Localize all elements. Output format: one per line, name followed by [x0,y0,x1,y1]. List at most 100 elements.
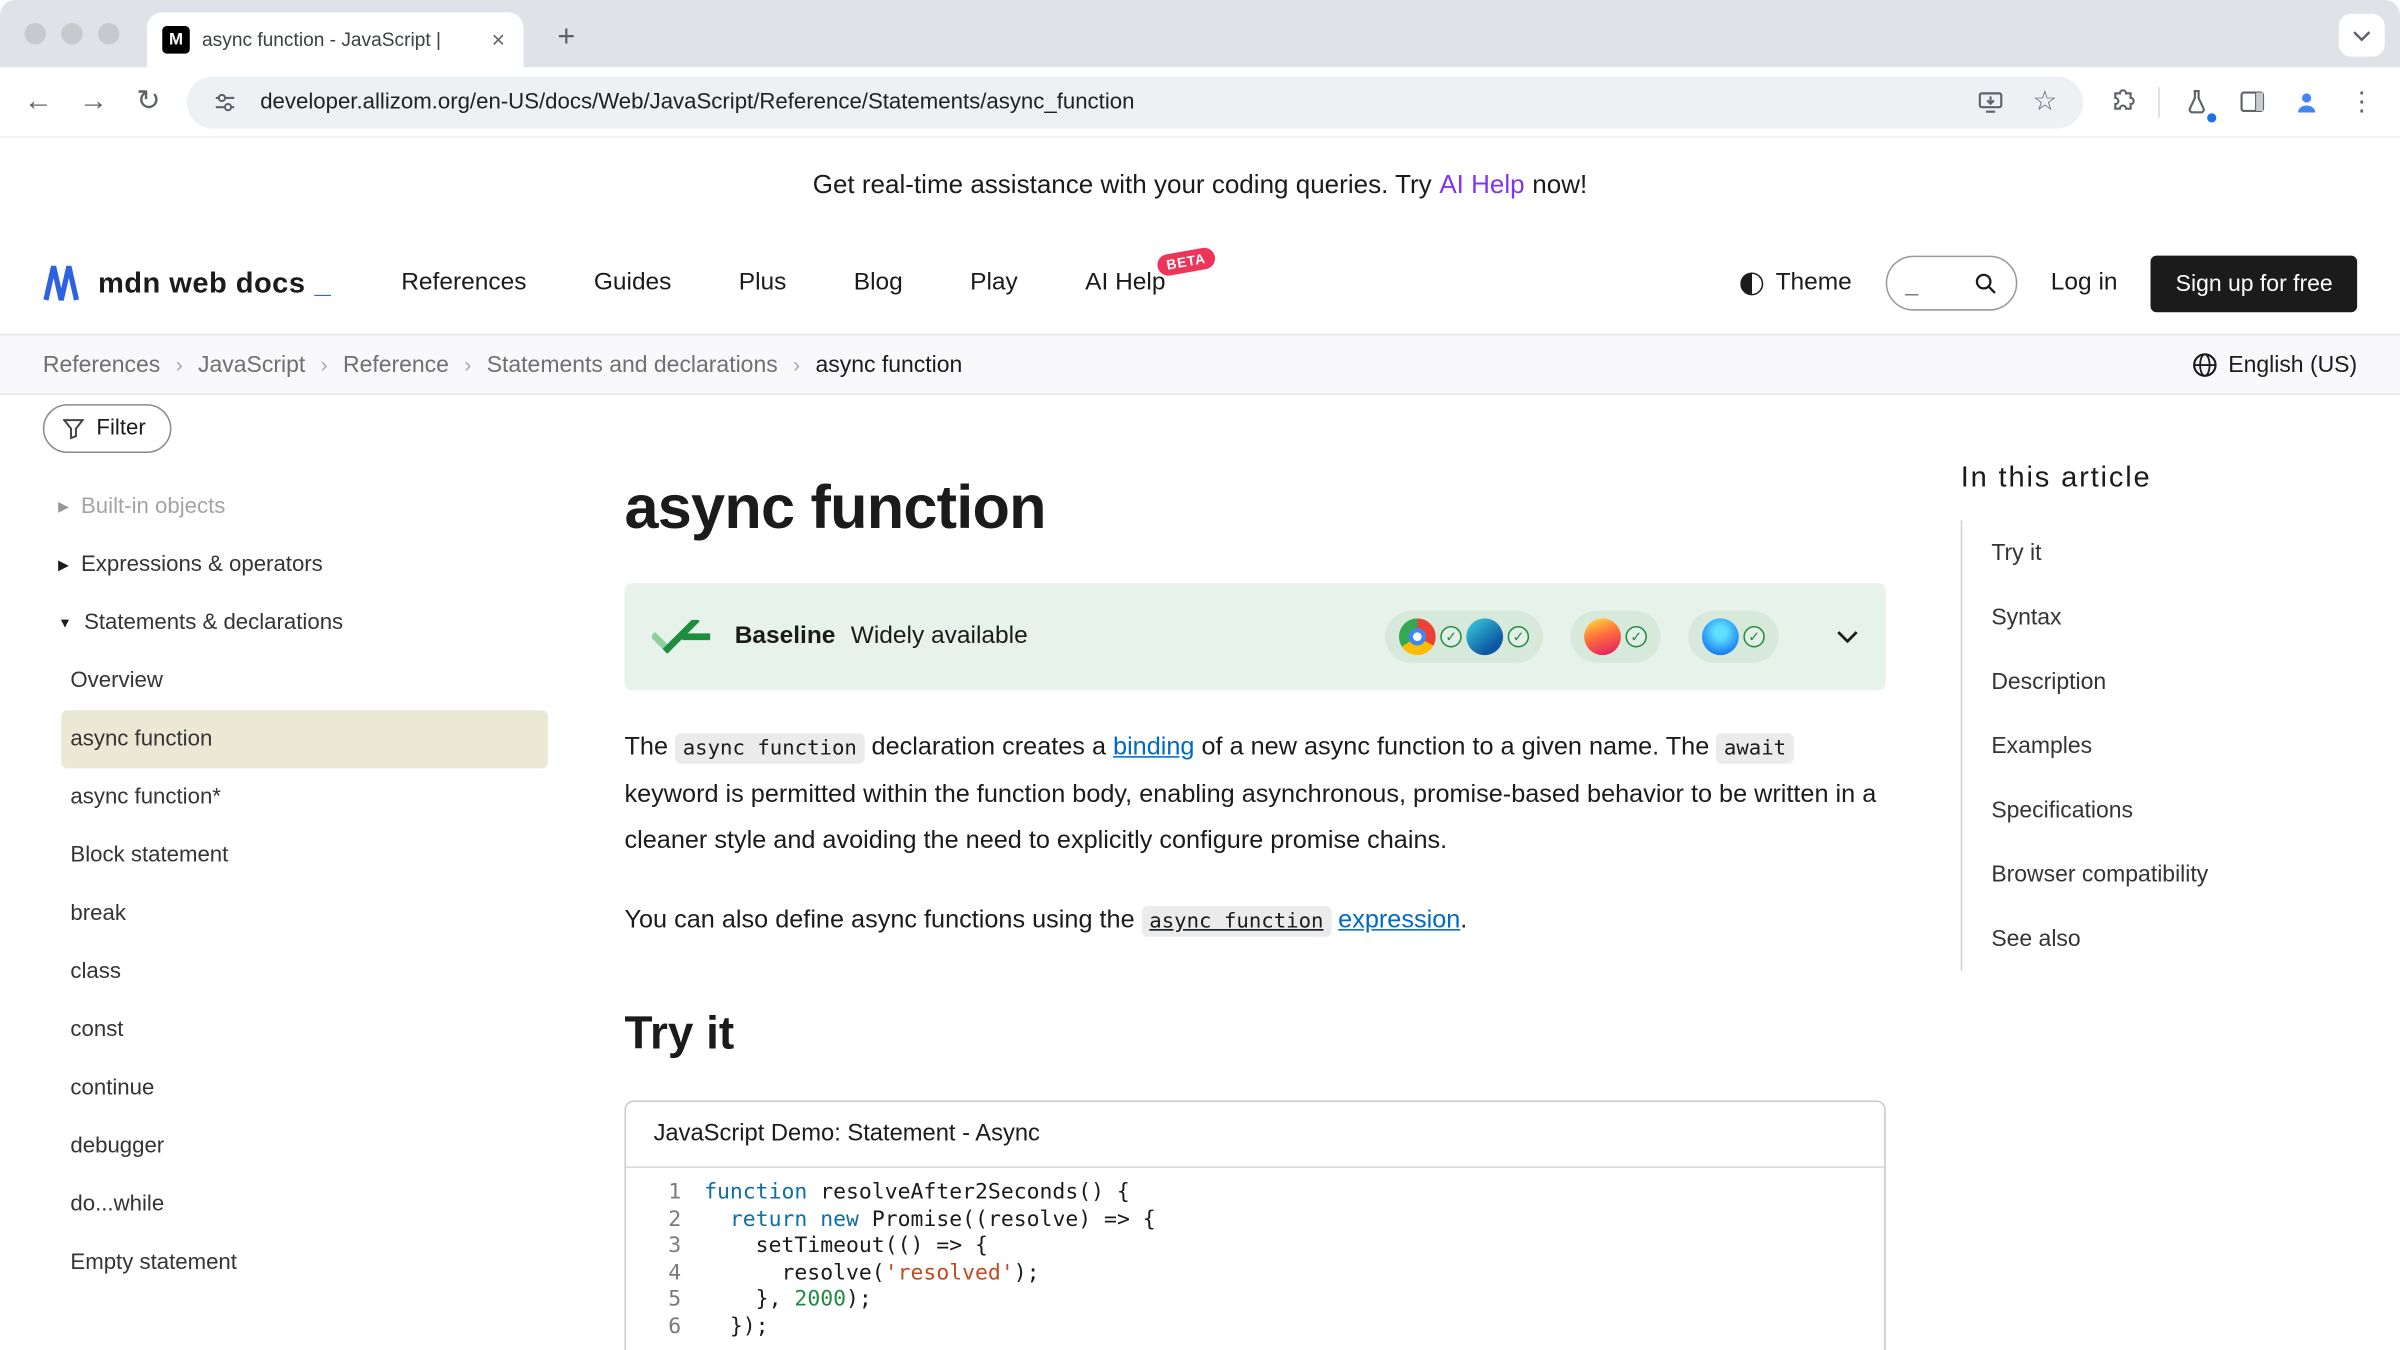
mdn-logo[interactable]: mdn web docs _ [43,265,331,302]
sidebar-item[interactable]: async function [61,710,548,768]
mdn-logo-underscore: _ [315,268,331,302]
browser-toolbar: ← → ↻ developer.allizom.org/en-US/docs/W… [0,67,2400,137]
sidebar-item[interactable]: continue [61,1059,548,1117]
tab-search-button[interactable] [2339,14,2385,57]
sidebar-item[interactable]: async function* [61,768,548,826]
promo-text-after: now! [1532,170,1587,201]
extensions-puzzle-icon[interactable] [2098,79,2144,125]
sidebar-item[interactable]: debugger [61,1117,548,1175]
sidebar-item[interactable]: class [61,943,548,1001]
check-icon: ✓ [1508,626,1529,647]
sidebar-item[interactable]: Empty statement [61,1234,548,1292]
nav-play[interactable]: Play [970,269,1018,297]
toc-item[interactable]: Syntax [1991,585,2346,649]
toc-item[interactable]: See also [1991,906,2346,970]
breadcrumb: References›JavaScript›Reference›Statemen… [43,351,962,377]
install-app-icon[interactable] [1970,90,2010,114]
sidebar-item-label: const [70,1018,123,1042]
site-info-icon[interactable] [205,90,245,114]
line-number: 6 [626,1315,681,1342]
code-text: }, 2000); [704,1288,872,1315]
maximize-window-button[interactable] [98,23,119,44]
minimize-window-button[interactable] [61,23,82,44]
browser-tab[interactable]: M async function - JavaScript | × [147,12,524,67]
tab-title: async function - JavaScript | [202,29,476,50]
theme-half-circle-icon [1740,272,1763,295]
login-link[interactable]: Log in [2051,269,2118,297]
toc-item[interactable]: Try it [1991,520,2346,584]
inline-link[interactable]: binding [1113,733,1194,761]
breadcrumb-item[interactable]: JavaScript [198,351,305,377]
code-text: setTimeout(() => { [704,1234,988,1261]
close-tab-icon[interactable]: × [489,27,509,53]
viewport: M async function - JavaScript | × + ← → … [0,0,2400,1350]
sidebar: Filter ▶Built-in objects▶Expressions & o… [43,404,548,1292]
url-text[interactable]: developer.allizom.org/en-US/docs/Web/Jav… [260,90,1954,114]
toc-item[interactable]: Examples [1991,713,2346,777]
baseline-status: Widely available [851,623,1028,651]
toc-item[interactable]: Description [1991,649,2346,713]
inline-link[interactable]: expression [1338,906,1460,934]
address-bar[interactable]: developer.allizom.org/en-US/docs/Web/Jav… [187,76,2083,128]
side-panel-icon[interactable] [2229,79,2275,125]
back-button[interactable]: ← [15,79,61,125]
filter-button[interactable]: Filter [43,404,172,453]
sidebar-item-label: Overview [70,669,163,693]
sidebar-item[interactable]: ▶Expressions & operators [43,536,548,594]
inline-code-link[interactable]: async function [1142,906,1331,934]
nav-plus[interactable]: Plus [739,269,787,297]
search-hint: _ [1905,270,1959,296]
close-window-button[interactable] [24,23,45,44]
bookmark-star-icon[interactable]: ☆ [2025,86,2065,118]
check-icon: ✓ [1743,626,1764,647]
browser-menu-kebab-icon[interactable]: ⋮ [2339,79,2385,125]
chrome-icon [1399,618,1436,655]
nav-blog[interactable]: Blog [854,269,903,297]
sidebar-item[interactable]: Block statement [61,827,548,885]
browser-window: M async function - JavaScript | × + ← → … [0,0,2400,1350]
profile-avatar-icon[interactable] [2284,79,2330,125]
theme-toggle[interactable]: Theme [1740,269,1851,297]
reload-button[interactable]: ↻ [126,79,172,125]
sidebar-item[interactable]: ▼Statements & declarations [43,594,548,652]
ai-help-link[interactable]: AI Help [1439,170,1524,201]
nav-ai-help[interactable]: AI Help BETA [1085,269,1165,297]
language-switcher[interactable]: English (US) [2192,351,2358,377]
nav-guides[interactable]: Guides [594,269,672,297]
line-number: 2 [626,1207,681,1234]
safari-icon [1702,618,1739,655]
code-text: resolve('resolved'); [704,1261,1039,1288]
forward-button[interactable]: → [70,79,116,125]
sidebar-item[interactable]: ▶Built-in objects [43,478,548,536]
breadcrumb-item[interactable]: References [43,351,160,377]
support-pill-firefox: ✓ [1570,611,1660,663]
new-tab-button[interactable]: + [545,15,588,58]
in-this-article: In this article Try itSyntaxDescriptionE… [1961,462,2347,970]
sidebar-item[interactable]: do...while [61,1176,548,1234]
baseline-check-icon [652,620,710,654]
header-right: Theme _ Log in Sign up for free [1740,255,2357,312]
line-number: 4 [626,1261,681,1288]
sidebar-item-label: async function* [70,785,221,809]
breadcrumb-item[interactable]: Statements and declarations [487,351,778,377]
mdn-header: mdn web docs _ References Guides Plus Bl… [0,233,2400,334]
breadcrumb-item[interactable]: Reference [343,351,449,377]
experiments-flask-icon[interactable] [2173,79,2219,125]
expand-arrow-icon: ▼ [58,615,72,630]
baseline-widget[interactable]: Baseline Widely available ✓ ✓ ✓ [624,583,1885,690]
sidebar-item[interactable]: const [61,1001,548,1059]
signup-button[interactable]: Sign up for free [2151,255,2357,312]
support-pill-chromium: ✓ ✓ [1385,611,1543,663]
demo-code-editor[interactable]: 1function resolveAfter2Seconds() {2 retu… [626,1168,1884,1342]
sidebar-item[interactable]: break [61,885,548,943]
site-search[interactable]: _ [1885,256,2017,311]
breadcrumb-item[interactable]: async function [815,351,962,377]
breadcrumb-bar: References›JavaScript›Reference›Statemen… [0,334,2400,395]
toc-item[interactable]: Browser compatibility [1991,842,2346,906]
sidebar-item[interactable]: Overview [61,652,548,710]
baseline-expand-chevron-icon[interactable] [1837,631,1858,643]
toc-item[interactable]: Specifications [1991,778,2346,842]
code-line: 3 setTimeout(() => { [626,1234,1884,1261]
nav-references[interactable]: References [401,269,526,297]
toc-title: In this article [1961,462,2347,496]
